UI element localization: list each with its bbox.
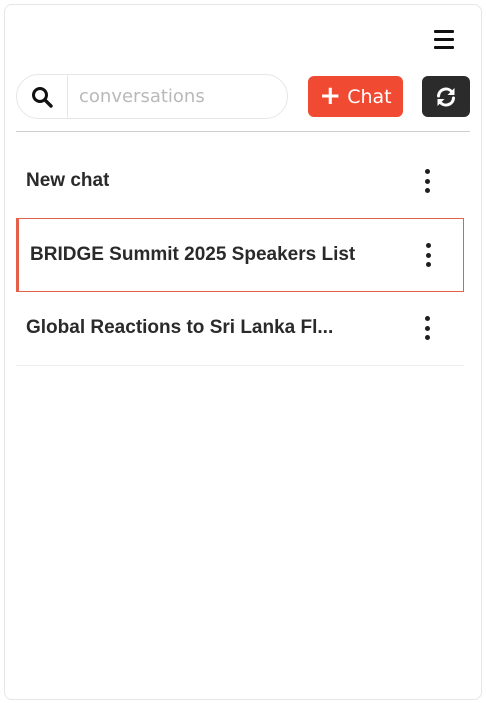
- search-icon[interactable]: [17, 75, 68, 118]
- plus-icon: +: [319, 80, 342, 111]
- more-options-icon[interactable]: [420, 316, 434, 340]
- new-chat-button-label: Chat: [347, 85, 392, 108]
- refresh-button[interactable]: [422, 76, 470, 117]
- conversation-title: New chat: [26, 170, 110, 191]
- conversation-item-active[interactable]: BRIDGE Summit 2025 Speakers List: [16, 218, 464, 292]
- hamburger-menu-icon[interactable]: [428, 24, 460, 54]
- toolbar-divider: [16, 131, 470, 132]
- search-bar: [16, 74, 288, 119]
- more-options-icon[interactable]: [421, 243, 435, 267]
- conversation-item[interactable]: Global Reactions to Sri Lanka Fl...: [16, 291, 464, 365]
- conversation-title: Global Reactions to Sri Lanka Fl...: [26, 317, 334, 338]
- new-chat-button[interactable]: + Chat: [308, 76, 403, 117]
- refresh-icon: [437, 87, 455, 106]
- more-options-icon[interactable]: [420, 169, 434, 193]
- list-divider: [16, 365, 464, 366]
- search-input[interactable]: [68, 75, 278, 118]
- conversation-item[interactable]: New chat: [16, 144, 464, 218]
- conversation-title: BRIDGE Summit 2025 Speakers List: [30, 244, 356, 265]
